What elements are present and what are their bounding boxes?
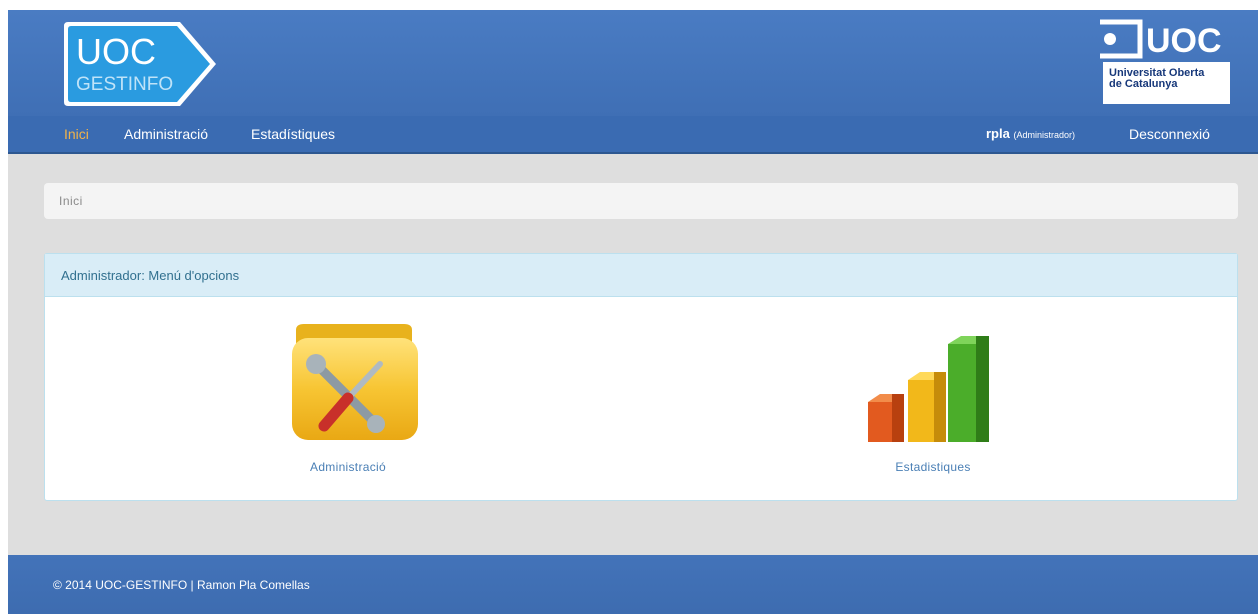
footer-text: © 2014 UOC-GESTINFO | Ramon Pla Comellas <box>53 578 310 592</box>
panel-heading: Administrador: Menú d'opcions <box>45 254 1237 297</box>
uoc-dot-icon <box>1104 33 1116 45</box>
panel-title: Administrador: Menú d'opcions <box>61 268 240 283</box>
footer: © 2014 UOC-GESTINFO | Ramon Pla Comellas <box>8 555 1258 614</box>
option-administracio[interactable]: Administració <box>248 322 448 474</box>
header: UOC GESTINFO UOC Universitat Oberta de C… <box>8 10 1258 116</box>
option-label-estadistiques[interactable]: Estadistiques <box>833 460 1033 474</box>
uoc-logo[interactable]: UOC Universitat Oberta de Catalunya <box>1092 18 1240 110</box>
option-label-administracio[interactable]: Administració <box>248 460 448 474</box>
navbar: Inici Administració Estadístiques rpla (… <box>8 116 1258 154</box>
nav-item-estadistiques[interactable]: Estadístiques <box>251 126 335 142</box>
user-role: (Administrador) <box>1013 130 1075 140</box>
options-panel: Administrador: Menú d'opcions Administra… <box>44 253 1238 501</box>
breadcrumb: Inici <box>44 183 1238 219</box>
logout-link[interactable]: Desconnexió <box>1129 126 1210 142</box>
gestinfo-logo-line2: GESTINFO <box>76 74 173 95</box>
option-estadistiques[interactable]: Estadistiques <box>833 322 1033 474</box>
uoc-wordmark: UOC <box>1100 19 1222 60</box>
page-background: UOC GESTINFO UOC Universitat Oberta de C… <box>8 10 1258 614</box>
uoc-name-line2: de Catalunya <box>1109 78 1178 90</box>
nav-item-administracio[interactable]: Administració <box>124 126 208 142</box>
gestinfo-logo[interactable]: UOC GESTINFO <box>62 18 220 110</box>
gestinfo-logo-line1: UOC <box>76 31 156 72</box>
bar-chart-icon[interactable] <box>833 322 1033 446</box>
uoc-wordmark-text: UOC <box>1146 22 1222 60</box>
uoc-name-box: Universitat Oberta de Catalunya <box>1103 62 1230 104</box>
user-name: rpla <box>986 126 1010 141</box>
uoc-name-text: Universitat Oberta de Catalunya <box>1109 68 1204 90</box>
user-info: rpla (Administrador) <box>986 126 1075 141</box>
tools-folder-icon[interactable] <box>248 322 448 446</box>
nav-item-inici[interactable]: Inici <box>64 126 89 142</box>
breadcrumb-current: Inici <box>59 194 83 208</box>
